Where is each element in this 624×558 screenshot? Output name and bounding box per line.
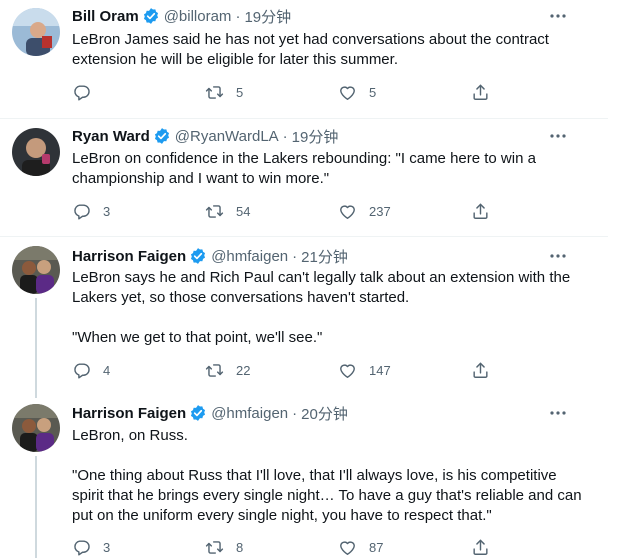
tweet-header: Ryan Ward @RyanWardLA · 19分钟: [72, 126, 338, 146]
retweet-button[interactable]: 8: [205, 538, 338, 557]
author-name[interactable]: Harrison Faigen: [72, 405, 186, 422]
retweet-icon: [205, 363, 224, 377]
separator-dot: ·: [235, 7, 241, 25]
reply-count: 3: [103, 539, 111, 555]
tweet-paragraph: LeBron says he and Rich Paul can't legal…: [72, 269, 571, 306]
like-button[interactable]: 147: [338, 361, 471, 380]
retweet-button[interactable]: 22: [205, 361, 338, 380]
avatar[interactable]: [12, 8, 60, 56]
author-name[interactable]: Ryan Ward: [72, 128, 150, 145]
avatar[interactable]: [12, 404, 60, 452]
retweet-count: 5: [236, 84, 244, 100]
tweet-text: LeBron, on Russ. "One thing about Russ t…: [72, 426, 582, 526]
author-handle[interactable]: @billoram: [164, 8, 232, 25]
like-icon: [340, 204, 355, 219]
tweet-text: LeBron on confidence in the Lakers rebou…: [72, 149, 582, 189]
tweet-4[interactable]: Harrison Faigen @hmfaigen · 20分钟 LeBron,…: [0, 394, 608, 558]
like-button[interactable]: 5: [338, 83, 471, 102]
like-count: 5: [369, 84, 377, 100]
share-button[interactable]: [471, 83, 491, 102]
more-icon[interactable]: [548, 126, 568, 146]
more-icon[interactable]: [548, 6, 568, 26]
like-icon: [340, 85, 355, 100]
like-count: 87: [369, 539, 384, 555]
timeline: Bill Oram @billoram · 19分钟 LeBron James …: [0, 0, 624, 558]
retweet-button[interactable]: 54: [205, 202, 338, 221]
verified-badge-icon: [142, 7, 160, 25]
retweet-icon: [205, 204, 224, 218]
like-button[interactable]: 237: [338, 202, 471, 221]
tweet-actions: 3 8 87: [72, 537, 502, 557]
retweet-count: 22: [236, 362, 251, 378]
tweet-1[interactable]: Bill Oram @billoram · 19分钟 LeBron James …: [0, 0, 608, 119]
reply-count: 3: [103, 203, 111, 219]
verified-badge-icon: [189, 404, 207, 422]
share-icon: [473, 362, 488, 378]
avatar[interactable]: [12, 128, 60, 176]
reply-button[interactable]: 4: [72, 361, 205, 380]
like-count: 237: [369, 203, 391, 219]
reply-button[interactable]: [72, 83, 205, 102]
share-button[interactable]: [471, 538, 491, 557]
tweet-text: LeBron James said he has not yet had con…: [72, 30, 582, 70]
retweet-count: 54: [236, 203, 251, 219]
thread-line: [35, 456, 37, 558]
retweet-icon: [205, 85, 224, 99]
tweet-actions: 3 54 237: [72, 201, 502, 221]
separator-dot: ·: [292, 247, 298, 265]
verified-badge-icon: [153, 127, 171, 145]
reply-icon: [74, 539, 90, 555]
share-icon: [473, 84, 488, 100]
more-icon[interactable]: [548, 246, 568, 266]
tweet-actions: 4 22 147: [72, 360, 502, 380]
timestamp[interactable]: 21分钟: [301, 246, 348, 267]
reply-icon: [74, 203, 90, 219]
separator-dot: ·: [292, 404, 298, 422]
timestamp[interactable]: 19分钟: [244, 6, 291, 27]
like-icon: [340, 363, 355, 378]
share-icon: [473, 539, 488, 555]
more-icon[interactable]: [548, 403, 568, 423]
retweet-button[interactable]: 5: [205, 83, 338, 102]
author-handle[interactable]: @RyanWardLA: [175, 128, 279, 145]
separator-dot: ·: [282, 127, 288, 145]
tweet-paragraph: LeBron, on Russ.: [72, 427, 188, 444]
reply-button[interactable]: 3: [72, 202, 205, 221]
tweet-text: LeBron says he and Rich Paul can't legal…: [72, 268, 582, 348]
tweet-actions: 5 5: [72, 82, 502, 102]
timestamp[interactable]: 19分钟: [292, 126, 339, 147]
thread-line: [35, 298, 37, 398]
share-icon: [473, 203, 488, 219]
like-count: 147: [369, 362, 391, 378]
tweet-paragraph: "When we get to that point, we'll see.": [72, 329, 323, 346]
share-button[interactable]: [471, 361, 491, 380]
like-button[interactable]: 87: [338, 538, 471, 557]
like-icon: [340, 540, 355, 555]
reply-count: 4: [103, 362, 111, 378]
share-button[interactable]: [471, 202, 491, 221]
tweet-header: Harrison Faigen @hmfaigen · 20分钟: [72, 403, 348, 423]
tweet-2[interactable]: Ryan Ward @RyanWardLA · 19分钟 LeBron on c…: [0, 118, 608, 237]
author-handle[interactable]: @hmfaigen: [211, 405, 288, 422]
author-handle[interactable]: @hmfaigen: [211, 248, 288, 265]
reply-icon: [74, 362, 90, 378]
tweet-paragraph: LeBron James said he has not yet had con…: [72, 31, 549, 68]
tweet-header: Bill Oram @billoram · 19分钟: [72, 6, 291, 26]
retweet-icon: [205, 540, 224, 554]
tweet-paragraph: LeBron on confidence in the Lakers rebou…: [72, 150, 536, 187]
reply-icon: [74, 84, 90, 100]
retweet-count: 8: [236, 539, 244, 555]
author-name[interactable]: Bill Oram: [72, 8, 139, 25]
timestamp[interactable]: 20分钟: [301, 403, 348, 424]
author-name[interactable]: Harrison Faigen: [72, 248, 186, 265]
reply-button[interactable]: 3: [72, 538, 205, 557]
tweet-header: Harrison Faigen @hmfaigen · 21分钟: [72, 246, 348, 266]
avatar[interactable]: [12, 246, 60, 294]
tweet-paragraph: "One thing about Russ that I'll love, th…: [72, 467, 582, 524]
verified-badge-icon: [189, 247, 207, 265]
tweet-3[interactable]: Harrison Faigen @hmfaigen · 21分钟 LeBron …: [0, 236, 608, 398]
